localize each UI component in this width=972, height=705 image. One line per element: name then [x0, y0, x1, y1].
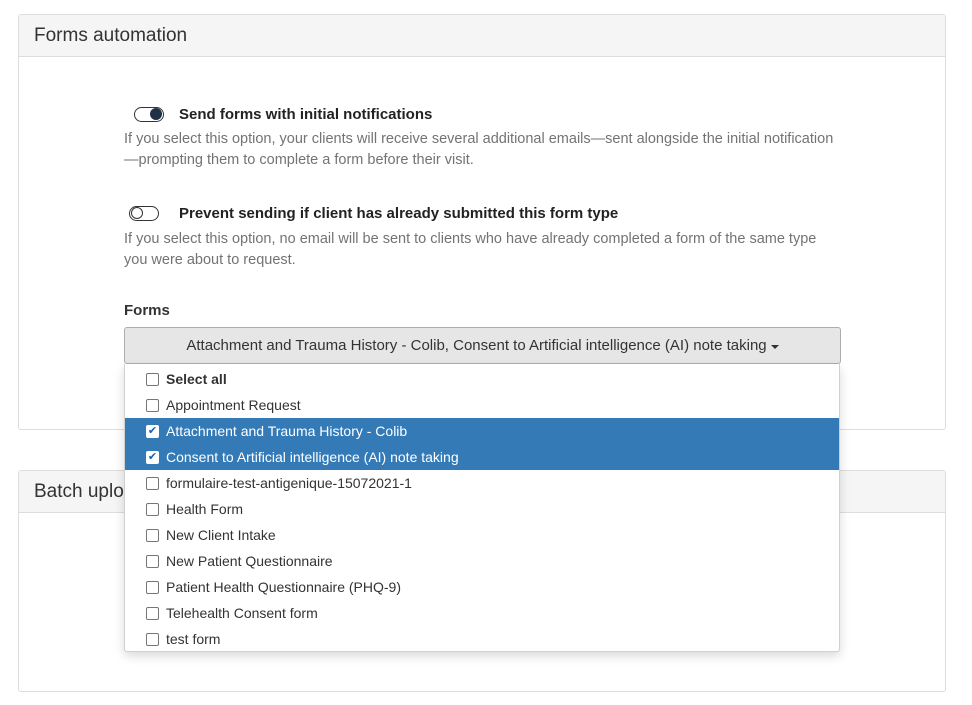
- checkbox-icon[interactable]: [146, 372, 159, 386]
- checkbox-icon[interactable]: [146, 554, 159, 568]
- forms-dropdown-menu: Select all Appointment Request ✔ Attachment…: [124, 364, 840, 652]
- form-option[interactable]: test form: [125, 626, 839, 652]
- option-label: Consent to Artificial intelligence (AI) …: [166, 449, 459, 465]
- prevent-sending-toggle[interactable]: [129, 206, 159, 221]
- option-label: Attachment and Trauma History - Colib: [166, 423, 408, 439]
- option-label: formulaire-test-antigenique-15072021-1: [166, 475, 412, 491]
- form-option[interactable]: ✔ Consent to Artificial intelligence (AI)…: [125, 444, 839, 470]
- checkbox-checked-icon[interactable]: ✔: [146, 450, 159, 464]
- prevent-sending-label: Prevent sending if client has already su…: [179, 205, 619, 222]
- option-label: Telehealth Consent form: [166, 605, 318, 621]
- checkbox-checked-icon[interactable]: ✔: [146, 424, 159, 438]
- checkbox-icon[interactable]: [146, 606, 159, 620]
- option-label: test form: [166, 631, 221, 647]
- toggle-knob: [131, 207, 143, 219]
- send-forms-label: Send forms with initial notifications: [179, 106, 433, 123]
- form-option[interactable]: New Patient Questionnaire: [125, 548, 839, 574]
- form-option[interactable]: Patient Health Questionnaire (PHQ-9): [125, 574, 839, 600]
- checkbox-icon[interactable]: [146, 528, 159, 542]
- panel-title: Forms automation: [19, 15, 945, 57]
- checkbox-icon[interactable]: [146, 632, 159, 646]
- prevent-sending-toggle-row: Prevent sending if client has already su…: [129, 205, 618, 222]
- send-forms-toggle-row: Send forms with initial notifications: [134, 106, 432, 123]
- send-forms-toggle[interactable]: [134, 107, 164, 122]
- form-option[interactable]: Health Form: [125, 496, 839, 522]
- checkbox-icon[interactable]: [146, 580, 159, 594]
- form-option[interactable]: ✔ Attachment and Trauma History - Colib: [125, 418, 839, 444]
- prevent-sending-help: If you select this option, no email will…: [124, 231, 817, 268]
- option-label: Appointment Request: [166, 397, 301, 413]
- checkbox-icon[interactable]: [146, 398, 159, 412]
- forms-label: Forms: [124, 302, 170, 319]
- toggle-knob: [150, 108, 162, 120]
- caret-down-icon: [770, 344, 779, 349]
- option-label: Patient Health Questionnaire (PHQ-9): [166, 579, 401, 595]
- form-option[interactable]: formulaire-test-antigenique-15072021-1: [125, 470, 839, 496]
- option-label: Health Form: [166, 501, 244, 517]
- forms-multiselect-button[interactable]: Attachment and Trauma History - Colib, C…: [124, 327, 841, 364]
- checkbox-icon[interactable]: [146, 476, 159, 490]
- form-option[interactable]: Telehealth Consent form: [125, 600, 839, 626]
- select-all-option[interactable]: Select all: [125, 366, 839, 392]
- option-label: New Patient Questionnaire: [166, 553, 333, 569]
- checkbox-icon[interactable]: [146, 502, 159, 516]
- send-forms-help: If you select this option, your clients …: [124, 131, 834, 168]
- form-option[interactable]: New Client Intake: [125, 522, 839, 548]
- forms-select-value: Attachment and Trauma History - Colib, C…: [186, 337, 767, 354]
- option-label: New Client Intake: [166, 527, 276, 543]
- option-label: Select all: [166, 371, 227, 387]
- form-option[interactable]: Appointment Request: [125, 392, 839, 418]
